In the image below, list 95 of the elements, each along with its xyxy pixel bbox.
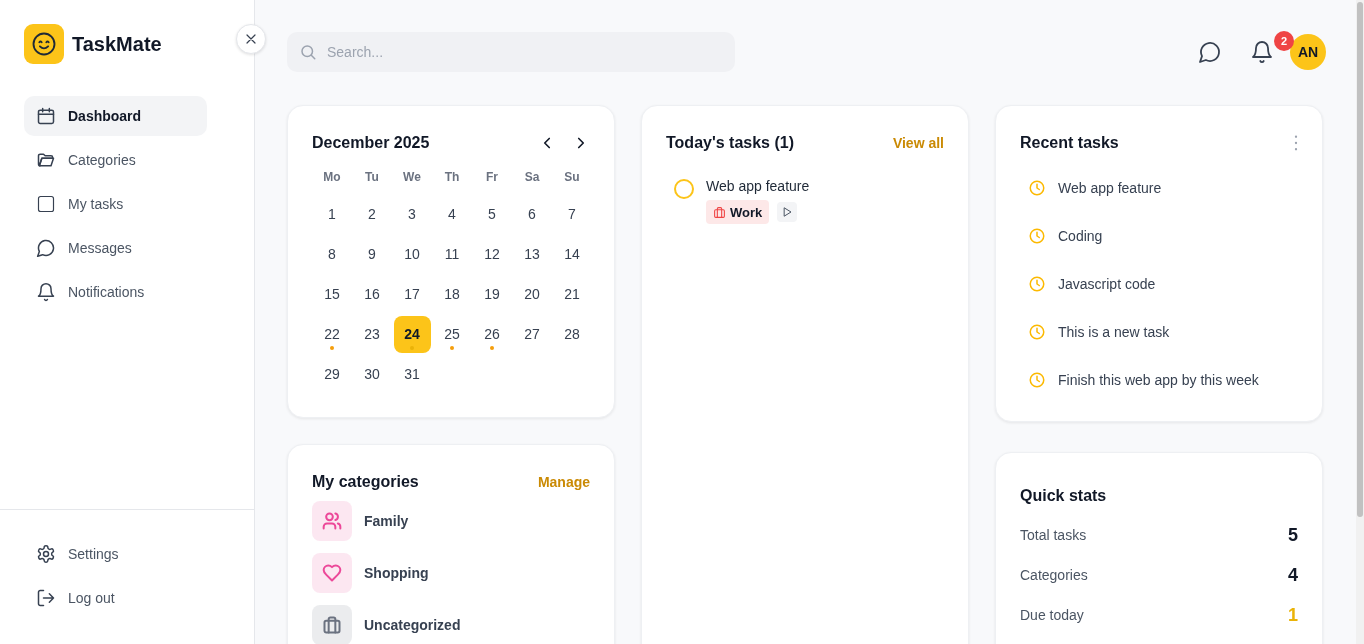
category-name[interactable]: Shopping — [364, 565, 429, 581]
notification-badge: 2 — [1274, 31, 1294, 51]
calendar-day[interactable]: 20 — [513, 275, 551, 313]
nav-item[interactable]: Log out — [24, 578, 207, 618]
nav-item[interactable]: Notifications — [24, 272, 207, 312]
search-icon — [299, 43, 317, 61]
search-field[interactable]: Search... — [287, 32, 735, 72]
calendar-day[interactable]: 3 — [393, 195, 431, 233]
clock-icon — [1028, 323, 1046, 341]
calendar-day[interactable]: 9 — [353, 235, 391, 273]
stat-value: 1 — [1288, 604, 1298, 626]
weekday-label: Sa — [523, 170, 541, 186]
checkbox-icon — [36, 194, 56, 214]
calendar-day[interactable]: 16 — [353, 275, 391, 313]
calendar-day[interactable]: 19 — [473, 275, 511, 313]
scrollbar-thumb[interactable] — [1357, 2, 1363, 517]
stat-value: 4 — [1288, 564, 1298, 586]
calendar-day[interactable]: 29 — [313, 355, 351, 393]
more-options-button[interactable] — [1294, 135, 1298, 151]
recent-task[interactable]: Javascript code — [1058, 276, 1156, 292]
smiley-icon — [30, 30, 58, 58]
card-title: Today's tasks (1) — [666, 134, 794, 152]
category-name[interactable]: Uncategorized — [364, 617, 461, 633]
stat-label: Due today — [1020, 607, 1084, 623]
nav-item[interactable]: Messages — [24, 228, 207, 268]
close-button[interactable] — [236, 24, 266, 54]
calendar-day[interactable]: 24 — [393, 315, 431, 353]
weekday-label: Fr — [485, 170, 499, 186]
weekday-label: Tu — [364, 170, 380, 186]
weekday-label: Su — [563, 170, 581, 186]
logout-icon — [36, 588, 56, 608]
calendar-day[interactable]: 13 — [513, 235, 551, 273]
weekday-label: Mo — [322, 170, 342, 186]
calendar-day[interactable]: 7 — [553, 195, 591, 233]
category-tag: Work — [706, 200, 770, 224]
user-avatar[interactable]: AN — [1290, 34, 1326, 70]
nav-item[interactable]: My tasks — [24, 184, 207, 224]
task-title: Web app feature — [706, 178, 810, 194]
calendar-day[interactable]: 27 — [513, 315, 551, 353]
clock-icon — [1028, 371, 1046, 389]
calendar-day[interactable]: 14 — [553, 235, 591, 273]
folder-icon — [36, 150, 56, 170]
recent-task[interactable]: Web app feature — [1058, 180, 1162, 196]
card-title: Quick stats — [1020, 487, 1107, 505]
calendar-day[interactable]: 11 — [433, 235, 471, 273]
category-name[interactable]: Family — [364, 513, 409, 529]
nav-item[interactable]: Categories — [24, 140, 207, 180]
calendar-day[interactable]: 1 — [313, 195, 351, 233]
calendar-day[interactable]: 22 — [313, 315, 351, 353]
stat-value: 5 — [1288, 524, 1298, 546]
play-icon — [781, 206, 794, 218]
calendar-day[interactable]: 15 — [313, 275, 351, 313]
calendar-day[interactable]: 5 — [473, 195, 511, 233]
card-title: My categories — [312, 473, 419, 491]
bell-icon — [1250, 40, 1274, 64]
calendar-day[interactable]: 4 — [433, 195, 471, 233]
calendar-day[interactable]: 17 — [393, 275, 431, 313]
clock-icon — [1028, 275, 1046, 293]
calendar-day[interactable]: 8 — [313, 235, 351, 273]
calendar-day[interactable]: 21 — [553, 275, 591, 313]
calendar-day[interactable]: 30 — [353, 355, 391, 393]
calendar-icon — [36, 106, 56, 126]
recent-task[interactable]: Finish this web app by this week — [1058, 372, 1259, 388]
calendar-day[interactable]: 6 — [513, 195, 551, 233]
task-checkbox[interactable] — [674, 179, 694, 199]
calendar-day[interactable]: 23 — [353, 315, 391, 353]
stat-label: Total tasks — [1020, 527, 1087, 543]
bell-icon — [36, 282, 56, 302]
calendar-day[interactable]: 25 — [433, 315, 471, 353]
more-options-icon — [1294, 135, 1298, 151]
nav-item[interactable]: Dashboard — [24, 96, 207, 136]
start-button[interactable] — [777, 202, 798, 222]
recent-task[interactable]: This is a new task — [1058, 324, 1170, 340]
recent-task[interactable]: Coding — [1058, 228, 1103, 244]
clock-icon — [1028, 227, 1046, 245]
notifications-button[interactable] — [1250, 40, 1274, 64]
calendar-day[interactable]: 18 — [433, 275, 471, 313]
calendar-day[interactable]: 12 — [473, 235, 511, 273]
calendar-day[interactable]: 28 — [553, 315, 591, 353]
weekday-label: We — [402, 170, 422, 186]
settings-icon — [36, 544, 56, 564]
calendar-day[interactable]: 26 — [473, 315, 511, 353]
calendar-day[interactable]: 2 — [353, 195, 391, 233]
messages-button[interactable] — [1198, 40, 1222, 64]
card-title: Recent tasks — [1020, 134, 1119, 152]
app-name: TaskMate — [72, 32, 162, 56]
chat-bubble-icon — [36, 238, 56, 258]
stat-label: Categories — [1020, 567, 1088, 583]
chat-bubble-icon — [1198, 40, 1222, 64]
clock-icon — [1028, 179, 1046, 197]
weekday-label: Th — [443, 170, 461, 186]
month-title: December 2025 — [312, 134, 430, 152]
calendar-day[interactable]: 31 — [393, 355, 431, 393]
calendar-day[interactable]: 10 — [393, 235, 431, 273]
nav-item[interactable]: Settings — [24, 534, 207, 574]
